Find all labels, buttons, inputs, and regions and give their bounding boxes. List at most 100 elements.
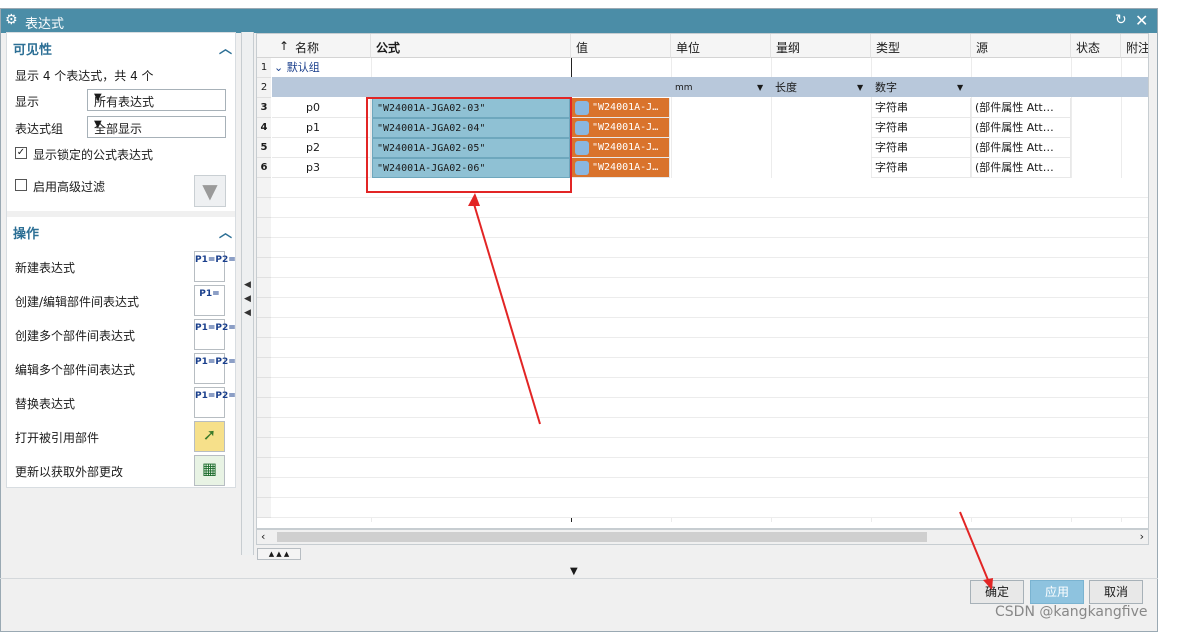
update-external-icon[interactable]: ▦ (194, 455, 225, 486)
table-cell-value[interactable]: "W24001A-J… (572, 138, 670, 158)
table-cell-name[interactable]: p0 (272, 98, 371, 118)
col-header-status[interactable]: 状态 (1071, 34, 1121, 58)
visibility-section-header[interactable]: 可见性 ︿ (7, 35, 235, 59)
empty-table-row (257, 258, 1148, 278)
unit-filter-value: mm (675, 83, 693, 93)
table-cell-type[interactable]: 字符串 (871, 98, 971, 118)
open-folder-icon[interactable]: ➚ (194, 421, 225, 452)
table-cell-value[interactable]: "W24001A-J… (572, 98, 670, 118)
reset-icon[interactable]: ↻ (1115, 12, 1127, 28)
scrollbar-thumb[interactable] (277, 532, 927, 542)
watermark: CSDN @kangkangfive (995, 604, 1148, 620)
dropdown-arrow-icon: ▼ (757, 83, 764, 92)
collapse-arrow-icon[interactable]: ◀ (244, 308, 251, 318)
empty-table-row (257, 298, 1148, 318)
row-number: 6 (257, 158, 271, 178)
expand-rows-icon[interactable]: ▲ ▲ ▲ (257, 548, 301, 560)
apply-button[interactable]: 应用 (1030, 580, 1084, 604)
col-header-formula[interactable]: 公式 (371, 34, 571, 58)
value-icon (575, 141, 589, 155)
table-cell-name[interactable]: p1 (272, 118, 371, 138)
table-cell-name[interactable]: p2 (272, 138, 371, 158)
table-cell-type[interactable]: 字符串 (871, 138, 971, 158)
row-number: 3 (257, 98, 271, 118)
expand-panel-icon[interactable]: ▼ (570, 566, 578, 577)
window-title: 表达式 (25, 17, 65, 32)
group-dropdown[interactable]: 全部显示 ▼ (87, 116, 226, 138)
table-cell-source[interactable]: (部件属性 Att… (971, 118, 1071, 138)
table-cell-source[interactable]: (部件属性 Att… (971, 98, 1071, 118)
replace-expression-icon[interactable]: P1=P2= (194, 387, 236, 418)
col-header-name[interactable]: ↑ 名称 (257, 34, 371, 58)
col-header-note[interactable]: 附注 (1121, 34, 1148, 58)
advanced-filter-checkbox[interactable] (15, 179, 27, 191)
new-expression-icon[interactable]: P1=P2= (194, 251, 236, 282)
unit-filter-dropdown[interactable]: mm ▼ (671, 78, 771, 98)
horizontal-scrollbar[interactable]: ‹ › (256, 529, 1149, 545)
sort-arrow-icon[interactable]: ↑ (279, 39, 289, 53)
scroll-left-icon[interactable]: ‹ (261, 530, 265, 543)
op-label: 替换表达式 (15, 397, 76, 411)
col-header-dimension[interactable]: 量纲 (771, 34, 871, 58)
row-number (257, 178, 271, 198)
multi-interpart-icon[interactable]: P1=P2= (194, 319, 236, 350)
row-number (257, 458, 271, 478)
op-multi-interpart[interactable]: 创建多个部件间表达式 P1=P2= (7, 317, 236, 351)
op-replace-expression[interactable]: 替换表达式 P1=P2= (7, 385, 236, 419)
edit-multi-interpart-icon[interactable]: P1=P2= (194, 353, 236, 384)
dimension-filter-dropdown[interactable]: 长度 ▼ (771, 78, 871, 98)
filter-funnel-icon[interactable]: ▼ (194, 175, 226, 207)
table-cell-source[interactable]: (部件属性 Att… (971, 158, 1071, 178)
col-header-label: 值 (576, 41, 589, 55)
show-dropdown[interactable]: 所有表达式 ▼ (87, 89, 226, 111)
locked-checkbox[interactable]: ✓ (15, 147, 27, 159)
group-row[interactable]: ⌄ 默认组 (272, 58, 472, 78)
op-open-referenced-part[interactable]: 打开被引用部件 ➚ (7, 419, 235, 453)
table-cell-source[interactable]: (部件属性 Att… (971, 138, 1071, 158)
col-header-label: 单位 (676, 41, 701, 55)
dropdown-arrow-icon: ▼ (857, 83, 864, 92)
table-cell-name[interactable]: p3 (272, 158, 371, 178)
row-number (257, 498, 271, 518)
op-label: 更新以获取外部更改 (15, 465, 124, 479)
collapse-arrow-icon[interactable]: ◀ (244, 294, 251, 304)
empty-table-row (257, 318, 1148, 338)
op-edit-multi-interpart[interactable]: 编辑多个部件间表达式 P1=P2= (7, 351, 236, 385)
col-header-unit[interactable]: 单位 (671, 34, 771, 58)
dropdown-arrow-icon: ▼ (957, 83, 964, 92)
op-label: 创建多个部件间表达式 (15, 329, 136, 343)
table-cell-value[interactable]: "W24001A-J… (572, 118, 670, 138)
col-header-value[interactable]: 值 (571, 34, 671, 58)
empty-table-row (257, 378, 1148, 398)
section-divider (7, 211, 235, 217)
interpart-expression-icon[interactable]: P1= (194, 285, 225, 316)
table-cell-value[interactable]: "W24001A-J… (572, 158, 670, 178)
op-update-external[interactable]: 更新以获取外部更改 ▦ (7, 453, 235, 487)
type-filter-dropdown[interactable]: 数字 ▼ (871, 78, 971, 98)
col-header-source[interactable]: 源 (971, 34, 1071, 58)
table-cell-type[interactable]: 字符串 (871, 118, 971, 138)
op-interpart-expression[interactable]: 创建/编辑部件间表达式 P1= (7, 283, 235, 317)
left-panel: 可见性 ︿ 显示 4 个表达式，共 4 个 显示 所有表达式 ▼ 表达式组 全部… (6, 32, 236, 488)
col-header-label: 公式 (376, 41, 401, 55)
col-header-type[interactable]: 类型 (871, 34, 971, 58)
close-icon[interactable]: ✕ (1135, 11, 1148, 30)
op-new-expression[interactable]: 新建表达式 P1=P2= (7, 249, 236, 283)
table-cell-type[interactable]: 字符串 (871, 158, 971, 178)
group-label: 默认组 (286, 61, 320, 74)
op-label: 打开被引用部件 (15, 431, 100, 445)
row-number (257, 378, 271, 398)
empty-table-row (257, 238, 1148, 258)
panel-splitter[interactable]: ◀ ◀ ◀ (241, 32, 254, 555)
operations-section-header[interactable]: 操作 ︿ (7, 219, 235, 243)
chevron-down-icon[interactable]: ⌄ (274, 61, 287, 74)
cancel-button[interactable]: 取消 (1089, 580, 1143, 604)
value-text: "W24001A-J… (592, 162, 659, 173)
chevron-up-icon[interactable]: ︿ (219, 222, 232, 241)
empty-table-row (257, 338, 1148, 358)
collapse-arrow-icon[interactable]: ◀ (244, 280, 251, 290)
chevron-up-icon[interactable]: ︿ (219, 38, 232, 57)
ok-button[interactable]: 确定 (970, 580, 1024, 604)
scroll-right-icon[interactable]: › (1140, 530, 1144, 543)
row-number (257, 358, 271, 378)
